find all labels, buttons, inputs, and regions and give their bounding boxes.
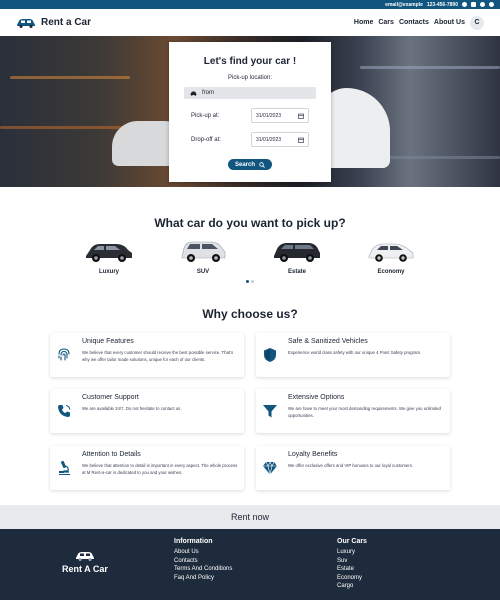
feature-card: Unique Features We believe that every cu… xyxy=(50,333,244,377)
footer-link-terms[interactable]: Terms And Conditions xyxy=(174,565,232,574)
pickup-date-row: Pick-up at: 31/01/2023 xyxy=(191,108,309,123)
estate-car-image xyxy=(274,243,320,262)
search-icon xyxy=(259,161,265,168)
feature-text: We believe that attention to detail is i… xyxy=(82,463,238,475)
pickup-date-input[interactable]: 31/01/2023 xyxy=(251,108,309,123)
feature-text: Experience world class safety with our u… xyxy=(288,350,422,355)
pick-section-title: What car do you want to pick up? xyxy=(154,216,346,230)
diamond-icon xyxy=(263,461,277,475)
car-category-carousel: Luxury SUV Estate Economy xyxy=(0,238,500,275)
car-category-economy[interactable]: Economy xyxy=(363,238,419,275)
car-category-label: Luxury xyxy=(98,269,119,275)
nav-link-home[interactable]: Home xyxy=(354,19,373,26)
footer-brand-name: Rent A Car xyxy=(62,564,108,574)
car-category-luxury[interactable]: Luxury xyxy=(81,238,137,275)
car-category-suv[interactable]: SUV xyxy=(175,238,231,275)
car-category-label: SUV xyxy=(196,269,210,275)
why-section-title: Why choose us? xyxy=(202,307,298,321)
nav-menu: Home Cars Contacts About Us C xyxy=(354,15,484,30)
footer-information-column: Information About Us Contacts Terms And … xyxy=(174,538,232,582)
hero-banner: Let's find your car ! Pick-up location: … xyxy=(0,36,500,187)
email-link[interactable]: email@example xyxy=(385,2,423,8)
car-category-estate[interactable]: Estate xyxy=(269,238,325,275)
footer-link-faq[interactable]: Faq And Policy xyxy=(174,574,232,583)
footer-information-title: Information xyxy=(174,538,213,545)
feature-title: Unique Features xyxy=(82,338,134,345)
footer-link-economy[interactable]: Economy xyxy=(337,574,367,583)
suv-car-image xyxy=(181,241,226,262)
feature-card: Loyalty Benefits We offer exclusive offe… xyxy=(256,446,450,490)
footer-link-estate[interactable]: Estate xyxy=(337,565,367,574)
carousel-dot[interactable] xyxy=(246,280,249,283)
nav-link-contacts[interactable]: Contacts xyxy=(399,19,429,26)
dropoff-at-label: Drop-off at: xyxy=(191,136,221,143)
nav-link-cars[interactable]: Cars xyxy=(378,19,394,26)
shield-icon xyxy=(264,348,276,362)
luxury-car-image xyxy=(86,244,132,262)
car-icon xyxy=(190,91,197,96)
car-category-label: Estate xyxy=(287,269,306,275)
feature-card: Safe & Sanitized Vehicles Experience wor… xyxy=(256,333,450,377)
filter-icon xyxy=(263,405,277,418)
feature-card: Extensive Options We are have to meet yo… xyxy=(256,389,450,433)
feature-card: Customer Support We are available 24/7. … xyxy=(50,389,244,433)
footer: Rent A Car Information About Us Contacts… xyxy=(0,529,500,600)
calendar-icon[interactable] xyxy=(298,113,304,119)
rent-now-button[interactable]: Rent now xyxy=(0,505,500,529)
calendar-icon[interactable] xyxy=(298,137,304,143)
footer-link-suv[interactable]: Suv xyxy=(337,557,367,566)
whatsapp-icon[interactable] xyxy=(489,2,494,7)
footer-link-about[interactable]: About Us xyxy=(174,548,232,557)
car-category-label: Economy xyxy=(377,269,405,275)
footer-cars-title: Our Cars xyxy=(337,538,367,545)
dropoff-date-input[interactable]: 31/01/2023 xyxy=(251,132,309,147)
search-button-label: Search xyxy=(234,161,255,168)
car-logo-icon xyxy=(75,552,94,561)
pickup-location-label: Pick-up location: xyxy=(227,75,273,81)
instagram-icon[interactable] xyxy=(471,2,476,7)
pickup-date-value: 31/01/2023 xyxy=(256,112,282,119)
feature-text: We believe that every customer should re… xyxy=(82,350,234,362)
search-title: Let's find your car ! xyxy=(203,56,297,67)
feature-text: We offer exclusive offers and VIP bonuse… xyxy=(288,463,414,468)
top-contact-bar: email@example 123-456-7890 xyxy=(0,0,500,9)
feature-title: Extensive Options xyxy=(288,394,345,401)
economy-car-image xyxy=(368,243,414,262)
pickup-location-input[interactable]: from xyxy=(184,87,316,99)
carousel-dots xyxy=(246,280,254,283)
feature-text: We are have to meet your most demanding … xyxy=(288,406,441,418)
brand[interactable]: Rent a Car xyxy=(16,17,91,28)
nav-link-about[interactable]: About Us xyxy=(434,19,465,26)
footer-link-contacts[interactable]: Contacts xyxy=(174,557,232,566)
dropoff-date-value: 31/01/2023 xyxy=(256,136,282,143)
fingerprint-icon xyxy=(58,348,70,361)
feature-title: Attention to Details xyxy=(82,451,141,458)
footer-brand[interactable]: Rent A Car xyxy=(62,551,108,574)
theme-toggle-button[interactable]: C xyxy=(470,15,484,30)
main-navbar: Rent a Car Home Cars Contacts About Us C xyxy=(0,9,500,36)
carousel-dot[interactable] xyxy=(251,280,254,283)
dropoff-date-row: Drop-off at: 31/01/2023 xyxy=(191,132,309,147)
brand-name: Rent a Car xyxy=(41,17,92,28)
twitter-icon[interactable] xyxy=(480,2,485,7)
footer-cars-column: Our Cars Luxury Suv Estate Economy Cargo xyxy=(337,538,367,591)
pickup-location-value: from xyxy=(202,90,214,96)
feature-text: We are available 24/7. Do not hesitate t… xyxy=(82,406,182,411)
microscope-icon xyxy=(59,460,70,475)
feature-card: Attention to Details We believe that att… xyxy=(50,446,244,490)
footer-link-cargo[interactable]: Cargo xyxy=(337,582,367,591)
footer-link-luxury[interactable]: Luxury xyxy=(337,548,367,557)
search-card: Let's find your car ! Pick-up location: … xyxy=(169,42,331,182)
facebook-icon[interactable] xyxy=(462,2,467,7)
phone-icon xyxy=(58,405,71,417)
feature-title: Customer Support xyxy=(82,394,139,401)
search-button[interactable]: Search xyxy=(228,159,272,170)
pickup-at-label: Pick-up at: xyxy=(191,112,220,119)
phone-link[interactable]: 123-456-7890 xyxy=(427,2,458,8)
car-logo-icon xyxy=(17,18,35,28)
feature-title: Safe & Sanitized Vehicles xyxy=(288,338,368,345)
feature-title: Loyalty Benefits xyxy=(288,451,338,458)
